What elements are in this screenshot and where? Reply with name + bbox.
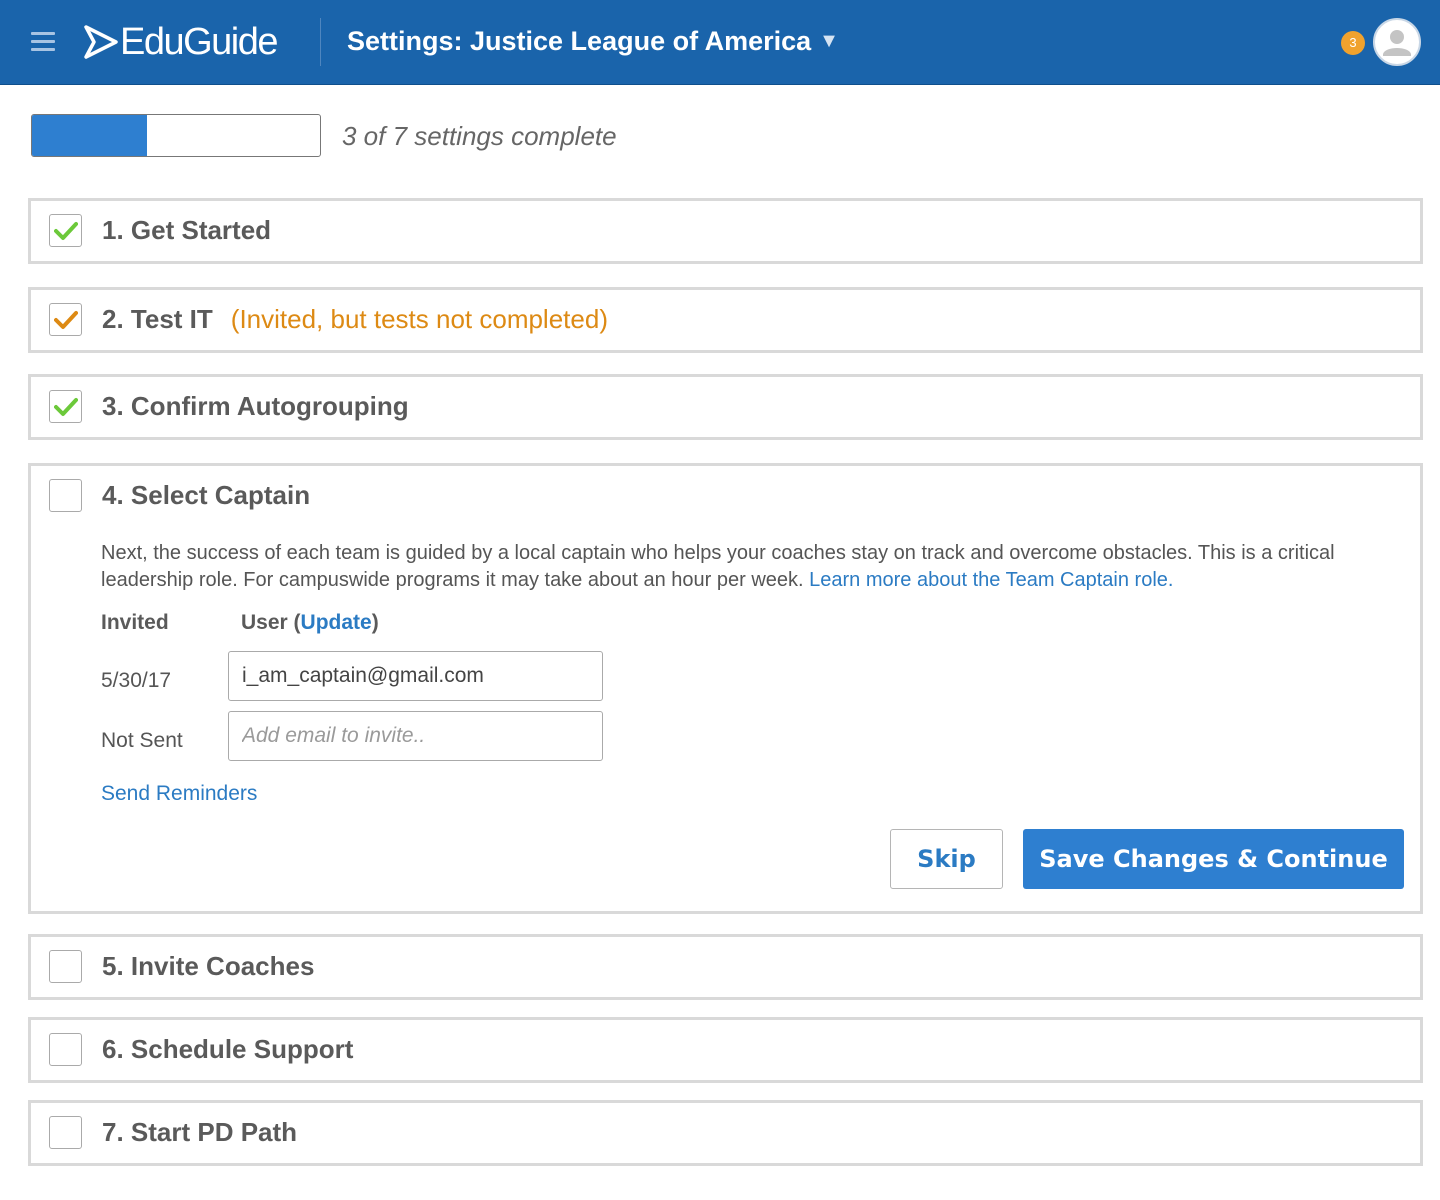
skip-button[interactable]: Skip [890, 829, 1003, 889]
step-header[interactable]: 5. Invite Coaches [49, 950, 314, 983]
page-title: Settings: Justice League of America [347, 26, 812, 56]
step-checkbox[interactable] [49, 214, 82, 247]
step-title: 7. Start PD Path [102, 1117, 298, 1147]
step-schedule-support: 6. Schedule Support [28, 1017, 1423, 1083]
captain-email-field[interactable] [228, 651, 603, 701]
step-get-started: 1. Get Started [28, 198, 1423, 264]
user-column-label: User ( [241, 611, 301, 634]
hamburger-menu-icon[interactable] [31, 32, 55, 52]
step-checkbox[interactable] [49, 479, 82, 512]
step-checkbox[interactable] [49, 390, 82, 423]
step-title: 6. Schedule Support [102, 1034, 354, 1064]
step-header[interactable]: 7. Start PD Path [49, 1116, 297, 1149]
step-title: 5. Invite Coaches [102, 951, 315, 981]
user-column-header: User (Update) [241, 611, 379, 635]
step-description: Next, the success of each team is guided… [101, 540, 1391, 594]
invited-column-header: Invited [101, 611, 169, 634]
eduguide-logo[interactable]: EduGuide [84, 18, 279, 66]
user-column-close: ) [371, 611, 379, 634]
logo-text: EduGuide [120, 21, 279, 63]
step-status-note: (Invited, but tests not completed) [230, 304, 608, 334]
progress-fill [32, 115, 148, 156]
step-checkbox[interactable] [49, 1033, 82, 1066]
step-select-captain: 4. Select Captain Next, the success of e… [28, 463, 1423, 914]
step-header[interactable]: 2. Test IT (Invited, but tests not compl… [49, 303, 608, 336]
learn-more-link[interactable]: Learn more about the Team Captain role. [809, 569, 1173, 591]
check-orange-icon [53, 310, 78, 329]
notification-badge[interactable]: 3 [1341, 31, 1365, 55]
step-title: 2. Test IT [102, 304, 213, 334]
step-title: 3. Confirm Autogrouping [102, 391, 409, 421]
step-confirm-autogrouping: 3. Confirm Autogrouping [28, 374, 1423, 440]
save-continue-button[interactable]: Save Changes & Continue [1023, 829, 1404, 889]
step-title: 1. Get Started [102, 215, 272, 245]
top-navigation-bar: EduGuide Settings: Justice League of Ame… [0, 0, 1440, 85]
step-header[interactable]: 6. Schedule Support [49, 1033, 353, 1066]
invited-date: 5/30/17 [101, 669, 172, 692]
header-divider [320, 18, 321, 66]
step-checkbox[interactable] [49, 1116, 82, 1149]
step-test-it: 2. Test IT (Invited, but tests not compl… [28, 287, 1423, 353]
check-green-icon [53, 397, 78, 416]
invited-status: Not Sent [101, 729, 183, 752]
caret-down-icon: ▼ [819, 30, 839, 52]
step-checkbox[interactable] [49, 950, 82, 983]
step-header[interactable]: 1. Get Started [49, 214, 271, 247]
team-selector-dropdown[interactable]: Settings: Justice League of America ▼ [347, 26, 839, 57]
step-header[interactable]: 4. Select Captain [49, 479, 310, 512]
user-avatar-icon[interactable] [1373, 18, 1421, 66]
step-header[interactable]: 3. Confirm Autogrouping [49, 390, 409, 423]
logo-arrow-icon [84, 25, 118, 59]
step-invite-coaches: 5. Invite Coaches [28, 934, 1423, 1000]
send-reminders-link[interactable]: Send Reminders [101, 782, 257, 806]
check-green-icon [53, 221, 78, 240]
step-checkbox[interactable] [49, 303, 82, 336]
progress-label: 3 of 7 settings complete [342, 121, 617, 151]
settings-progress-bar [31, 114, 321, 157]
update-link[interactable]: Update [301, 611, 372, 634]
step-start-pd-path: 7. Start PD Path [28, 1100, 1423, 1166]
invite-email-field[interactable] [228, 711, 603, 761]
step-title: 4. Select Captain [102, 480, 311, 510]
